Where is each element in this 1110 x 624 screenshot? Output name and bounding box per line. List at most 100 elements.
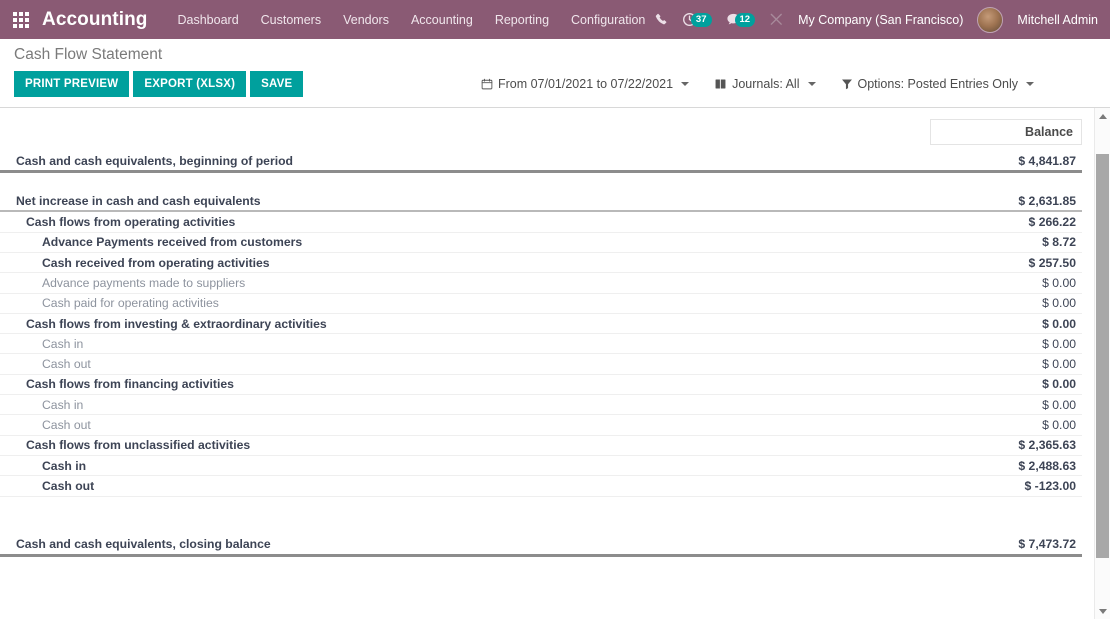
report-row-label[interactable]: Advance Payments received from customers [16,235,302,249]
report-row[interactable]: Cash out $ -123.00 [0,475,1082,497]
report-row-label[interactable]: Cash and cash equivalents, closing balan… [16,537,271,551]
menu-item-accounting[interactable]: Accounting [411,13,473,27]
report-row-balance-cell: $ 7,473.72 [930,534,1082,557]
report-row-balance-cell: $ 257.50 [930,252,1082,274]
report-row-balance-cell: $ 0.00 [930,394,1082,416]
report-row-balance-cell: $ 2,631.85 [930,191,1082,213]
report-row-label: Cash out [42,418,91,432]
report-row-name-cell: Cash received from operating activities [0,252,930,274]
activity-menu-button[interactable]: 37 [682,12,712,27]
report-row[interactable]: Cash paid for operating activities $ 0.00 [0,293,1082,314]
report-row[interactable]: Cash and cash equivalents, beginning of … [0,151,1082,174]
report-row[interactable]: Cash out $ 0.00 [0,414,1082,436]
report-row-balance-cell: $ 2,365.63 [930,435,1082,456]
report-row[interactable]: Cash flows from unclassified activities $… [0,435,1082,456]
report-row-name-cell: Cash out [0,414,930,436]
scroll-up-button[interactable] [1095,108,1110,124]
report-row-name-cell: Advance Payments received from customers [0,232,930,253]
chevron-down-icon [807,82,816,86]
company-selector[interactable]: My Company (San Francisco) [798,13,963,27]
print-preview-button[interactable]: PRINT PREVIEW [14,71,130,97]
expand-toggle[interactable] [0,463,16,469]
report-row-balance-cell: $ 4,841.87 [930,151,1082,174]
report-row-name-cell: Cash in [0,394,930,416]
menu-item-configuration[interactable]: Configuration [571,13,645,27]
report-row-name-cell [0,496,930,515]
menu-item-reporting[interactable]: Reporting [495,13,549,27]
report-row-label[interactable]: Cash out [16,479,94,493]
options-filter[interactable]: Options: Posted Entries Only [841,77,1034,91]
report-row-name-cell: Advance payments made to suppliers [0,272,930,294]
expand-toggle [0,442,16,448]
phone-icon[interactable] [655,13,668,26]
report-row-label[interactable]: Cash and cash equivalents, beginning of … [16,154,293,168]
column-header-balance: Balance [930,108,1082,151]
report-row-name-cell [0,172,930,191]
report-row-label: Cash in [42,397,84,412]
report-row[interactable]: Cash in $ 2,488.63 [0,455,1082,477]
user-menu-button[interactable]: Mitchell Admin [1017,13,1098,27]
control-panel: Cash Flow Statement PRINT PREVIEW EXPORT… [0,39,1110,108]
report-row[interactable]: Cash in $ 0.00 [0,394,1082,416]
messaging-menu-button[interactable]: 12 [726,12,756,27]
report-row[interactable]: Advance Payments received from customers… [0,232,1082,253]
cash-flow-report-table: Balance Cash and cash equivalents, begin… [0,108,1082,557]
expand-toggle[interactable] [0,483,16,489]
report-row-label: Cash in [42,336,84,351]
report-row-balance-cell: $ 266.22 [930,211,1082,233]
report-row[interactable]: Net increase in cash and cash equivalent… [0,191,1082,213]
report-row[interactable]: Cash out $ 0.00 [0,353,1082,375]
report-row-label: Advance payments made to suppliers [42,275,246,290]
vertical-scrollbar[interactable] [1094,108,1110,619]
report-row-name-cell: Cash paid for operating activities [0,293,930,314]
scrollbar-thumb[interactable] [1096,154,1109,558]
expand-toggle [0,422,16,428]
menu-item-dashboard[interactable]: Dashboard [178,13,239,27]
report-row-name-cell: Cash out [0,353,930,375]
expand-toggle[interactable] [0,541,16,547]
column-header-balance-label: Balance [930,118,1082,145]
expand-toggle [0,280,16,286]
report-row[interactable]: Cash flows from operating activities $ 26… [0,211,1082,233]
scroll-down-button[interactable] [1095,603,1110,619]
report-row[interactable]: Cash received from operating activities $… [0,252,1082,274]
book-icon [714,78,727,90]
journals-filter-label: Journals: All [732,77,800,91]
date-filter-label: From 07/01/2021 to 07/22/2021 [497,77,674,91]
report-row-label: Cash flows from financing activities [26,377,234,392]
report-row-name-cell: Cash in [0,333,930,355]
report-filters: From 07/01/2021 to 07/22/2021 Journals: … [481,77,1096,91]
expand-toggle[interactable] [0,239,16,245]
user-avatar[interactable] [977,6,1004,33]
options-filter-label: Options: Posted Entries Only [857,77,1019,91]
navbar-right-tools: 37 12 My Company (San Francisco) Mitchel… [655,6,1098,33]
chevron-up-icon [1098,113,1107,119]
expand-toggle[interactable] [0,158,16,164]
main-menu: Dashboard Customers Vendors Accounting R… [178,13,646,27]
crossed-tools-icon[interactable] [769,12,784,27]
apps-menu-button[interactable] [0,0,42,39]
report-row-label[interactable]: Cash received from operating activities [16,256,270,270]
report-row[interactable]: Advance payments made to suppliers $ 0.00 [0,272,1082,294]
menu-item-vendors[interactable]: Vendors [343,13,389,27]
report-row-label[interactable]: Cash in [16,459,86,473]
app-brand-accounting[interactable]: Accounting [42,9,148,31]
report-row[interactable]: Cash flows from investing & extraordinar… [0,313,1082,335]
report-row-name-cell: Cash flows from investing & extraordinar… [0,313,930,335]
expand-toggle[interactable] [0,260,16,266]
report-row-balance-cell: $ 0.00 [930,414,1082,436]
export-xlsx-button[interactable]: EXPORT (XLSX) [133,71,247,97]
report-row-balance-cell: $ 0.00 [930,293,1082,314]
menu-item-customers[interactable]: Customers [261,13,321,27]
report-row[interactable]: Cash in $ 0.00 [0,333,1082,355]
date-filter[interactable]: From 07/01/2021 to 07/22/2021 [481,77,690,91]
report-row[interactable]: Cash and cash equivalents, closing balan… [0,534,1082,557]
report-row-label: Cash flows from investing & extraordinar… [26,316,327,331]
expand-toggle [0,402,16,408]
report-row[interactable]: Cash flows from financing activities $ 0.… [0,374,1082,396]
journals-filter[interactable]: Journals: All [714,77,816,91]
save-button[interactable]: SAVE [250,71,304,97]
apps-grid-icon [13,11,29,28]
chevron-down-icon [1026,82,1034,86]
report-table-body: Cash and cash equivalents, beginning of … [0,151,1082,557]
